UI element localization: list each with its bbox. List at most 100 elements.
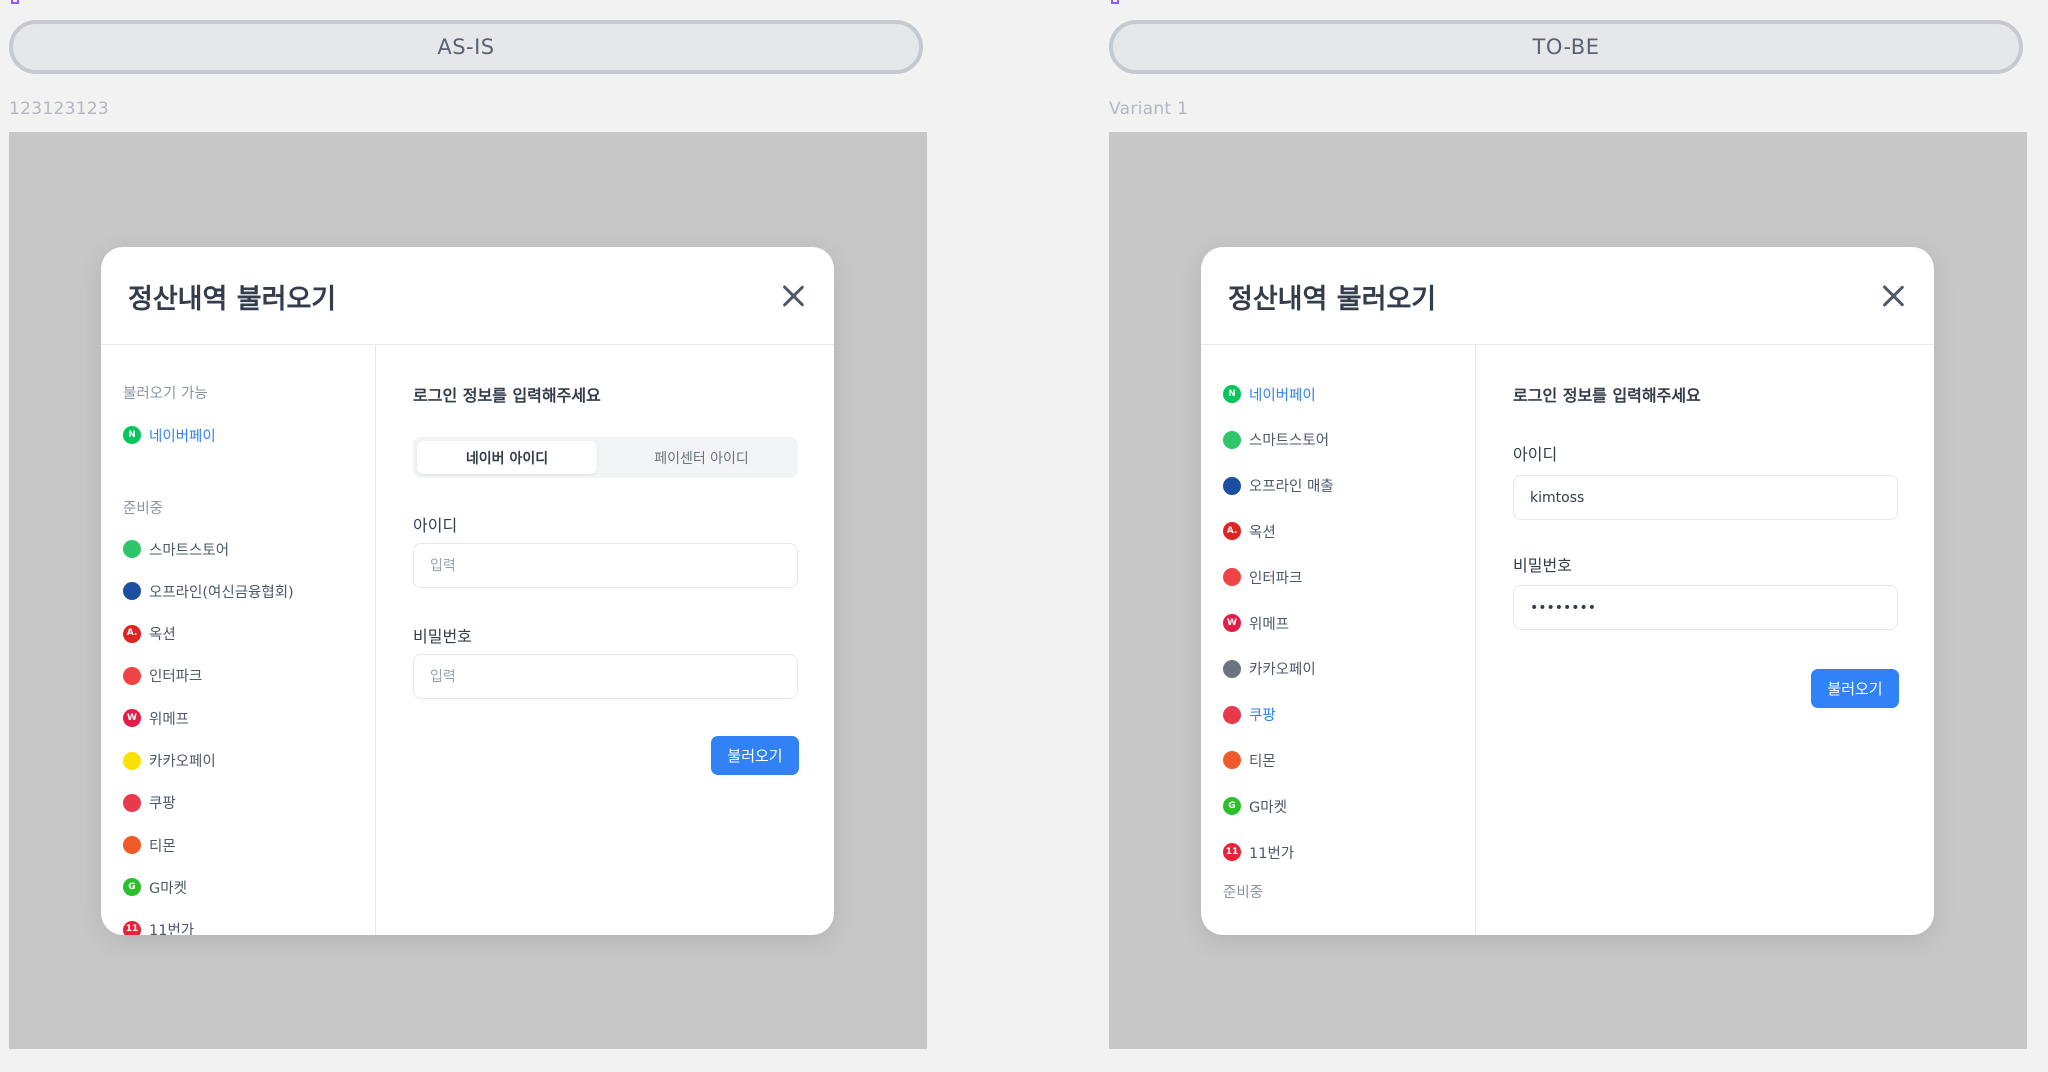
login-type-segmented-control: 네이버 아이디 페이센터 아이디 [413,437,798,478]
smartstore-icon [123,540,141,558]
as-is-column: AS-IS 123123123 정산내역 불러오기 불러오기 가능 N 네이버페이… [9,0,927,1072]
naverpay-icon: N [123,426,141,444]
as-is-modal: 정산내역 불러오기 불러오기 가능 N 네이버페이 준비중 스마트스토어오프라인(… [101,247,834,935]
sidebar-item-label: G마켓 [1249,799,1287,816]
interpark-icon [123,666,141,685]
sidebar-item-label: 스마트스토어 [149,542,230,559]
kakaopay-icon [123,751,141,770]
smartstore-icon [1223,430,1241,449]
sidebar-item-label: 옥션 [1249,524,1276,541]
sidebar-item-label: G마켓 [149,880,187,897]
sidebar-item[interactable]: A. 옥션 [123,622,176,646]
sidebar-item[interactable]: 오프라인(여신금융협회) [123,579,294,603]
sidebar-item[interactable]: W 위메프 [123,706,189,730]
password-input[interactable] [413,654,798,699]
offline-icon [123,582,141,601]
load-button[interactable]: 불러오기 [1811,669,1899,708]
sidebar-item[interactable]: 11 11번가 [123,918,194,935]
sidebar-item[interactable]: 스마트스토어 [123,537,229,561]
sidebar-item-label: 네이버페이 [149,428,216,445]
login-heading: 로그인 정보를 입력해주세요 [413,386,601,405]
naverpay-icon: N [1223,385,1241,403]
id-input[interactable] [1513,475,1898,520]
sidebar-item[interactable]: 티몬 [1223,748,1276,772]
sidebar-item[interactable]: 오프라인 매출 [1223,474,1334,498]
gmarket-icon: G [123,878,141,897]
sidebar-item[interactable]: G G마켓 [1223,794,1287,818]
to-be-login-panel: 로그인 정보를 입력해주세요 아이디 비밀번호 불러오기 [1476,345,1934,935]
to-be-variant-label: Variant 1 [1109,99,1189,119]
sidebar-item-label: 카카오페이 [1249,662,1316,679]
as-is-sidebar: 불러오기 가능 N 네이버페이 준비중 스마트스토어오프라인(여신금융협회) A. 옥… [101,345,376,935]
sidebar-item[interactable]: 인터파크 [123,664,202,688]
auction-icon: A. [123,624,141,643]
tab-paycenter-id[interactable]: 페이센터 아이디 [609,441,794,474]
sidebar-item[interactable]: W 위메프 [1223,611,1289,635]
password-label: 비밀번호 [1513,556,1572,575]
auction-icon: A. [1223,522,1241,541]
sidebar-item-label: 티몬 [1249,753,1276,770]
section-label-preparing: 준비중 [1223,885,1264,901]
coupang-icon [1223,705,1241,724]
sidebar-item[interactable]: N 네이버페이 [1223,382,1316,406]
sidebar-item[interactable]: 11 11번가 [1223,840,1294,864]
modal-header: 정산내역 불러오기 [1201,247,1934,345]
tmon-icon [1223,751,1241,770]
offline-icon [1223,476,1241,495]
interpark-icon [1223,568,1241,587]
kakaopay-icon [1223,659,1241,678]
sidebar-item[interactable]: 카카오페이 [1223,657,1316,681]
as-is-login-panel: 로그인 정보를 입력해주세요 네이버 아이디 페이센터 아이디 아이디 비밀번호… [376,345,834,935]
sidebar-item[interactable]: G G마켓 [123,875,187,899]
sidebar-item[interactable]: A. 옥션 [1223,519,1276,543]
sidebar-item-label: 쿠팡 [149,796,176,813]
section-label-preparing: 준비중 [123,501,164,517]
sidebar-item[interactable]: N 네이버페이 [123,423,216,447]
sidebar-item[interactable]: 티몬 [123,833,176,857]
frame-marker [1111,0,1119,4]
password-label: 비밀번호 [413,627,472,646]
id-label: 아이디 [1513,445,1558,464]
sidebar-item-label: 오프라인 매출 [1249,479,1334,496]
load-button[interactable]: 불러오기 [711,736,799,775]
sidebar-item-label: 인터파크 [149,669,203,686]
frame-marker [11,0,19,4]
modal-title: 정산내역 불러오기 [128,284,337,315]
11st-icon: 11 [1223,843,1241,861]
id-input[interactable] [413,543,798,588]
sidebar-item[interactable]: 쿠팡 [1223,703,1276,727]
as-is-header-label: AS-IS [437,35,495,59]
as-is-header-pill: AS-IS [9,20,923,74]
sidebar-item-label: 인터파크 [1249,570,1303,587]
sidebar-item-label: 옥션 [149,627,176,644]
section-label-available: 불러오기 가능 [123,386,208,402]
sidebar-item-label: 위메프 [149,711,190,728]
wemakeprice-icon: W [123,709,141,728]
login-heading: 로그인 정보를 입력해주세요 [1513,386,1701,405]
to-be-header-label: TO-BE [1532,35,1600,59]
as-is-variant-label: 123123123 [9,99,110,119]
sidebar-item-label: 네이버페이 [1249,387,1316,404]
sidebar-item[interactable]: 카카오페이 [123,749,216,773]
password-input[interactable] [1513,585,1898,630]
sidebar-item[interactable]: 인터파크 [1223,565,1302,589]
sidebar-item[interactable]: 쿠팡 [123,791,176,815]
id-label: 아이디 [413,516,458,535]
sidebar-item-label: 카카오페이 [149,754,216,770]
modal-header: 정산내역 불러오기 [101,247,834,345]
sidebar-item[interactable]: 스마트스토어 [1223,428,1329,452]
as-is-canvas: 정산내역 불러오기 불러오기 가능 N 네이버페이 준비중 스마트스토어오프라인(… [9,132,927,1049]
to-be-column: TO-BE Variant 1 정산내역 불러오기 N 네이버페이스마트스토어오프… [1109,0,2027,1072]
sidebar-item-label: 오프라인(여신금융협회) [149,584,294,601]
coupang-icon [123,793,141,812]
tab-naver-id[interactable]: 네이버 아이디 [417,441,597,474]
to-be-canvas: 정산내역 불러오기 N 네이버페이스마트스토어오프라인 매출 A. 옥션인터파크 W 위메… [1109,132,2027,1049]
gmarket-icon: G [1223,797,1241,816]
close-icon[interactable] [1880,283,1906,309]
close-icon[interactable] [780,283,806,309]
to-be-modal: 정산내역 불러오기 N 네이버페이스마트스토어오프라인 매출 A. 옥션인터파크 W 위메… [1201,247,1934,935]
wemakeprice-icon: W [1223,614,1241,632]
sidebar-item-label: 티몬 [149,838,176,855]
sidebar-item-label: 위메프 [1249,616,1290,633]
to-be-sidebar: N 네이버페이스마트스토어오프라인 매출 A. 옥션인터파크 W 위메프카카오페이쿠팡티몬… [1201,345,1476,935]
